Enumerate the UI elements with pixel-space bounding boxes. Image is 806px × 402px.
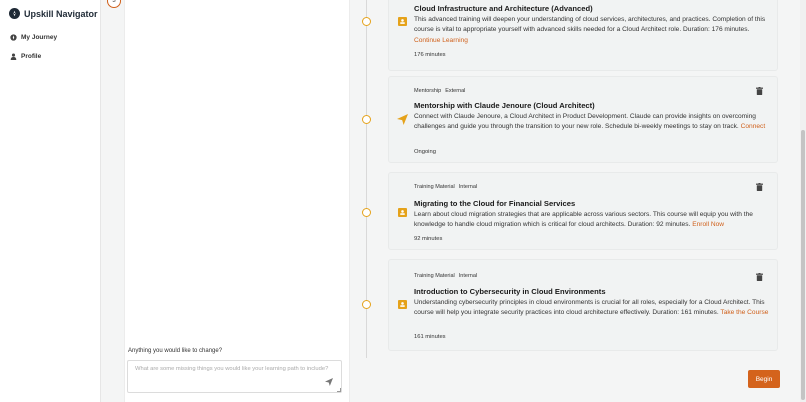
take-the-course-link[interactable]: Take the Course xyxy=(720,309,768,316)
item-duration: 92 minutes xyxy=(414,236,443,242)
item-description: Connect with Claude Jenoure, a Cloud Arc… xyxy=(414,113,766,131)
trash-icon[interactable] xyxy=(756,183,763,191)
resize-handle[interactable] xyxy=(337,388,341,392)
change-request-input[interactable] xyxy=(127,360,342,393)
timeline-node xyxy=(362,300,371,309)
item-tags: Training Material Internal xyxy=(414,273,477,279)
step-indicator: 3 xyxy=(107,0,121,8)
compass-icon xyxy=(10,34,17,41)
tag: Training Material xyxy=(414,273,455,279)
send-icon[interactable] xyxy=(325,378,333,386)
change-prompt-label: Anything you would like to change? xyxy=(128,348,223,354)
chat-panel xyxy=(124,0,350,402)
item-status: Ongoing xyxy=(414,149,436,155)
item-duration: 161 minutes xyxy=(414,334,446,340)
timeline-node xyxy=(362,115,371,124)
item-title: Mentorship with Claude Jenoure (Cloud Ar… xyxy=(414,101,595,110)
item-title: Migrating to the Cloud for Financial Ser… xyxy=(414,199,576,208)
tag: Internal xyxy=(458,273,478,279)
learning-item-card[interactable]: Mentorship External Mentorship with Claud… xyxy=(388,76,778,163)
nav-item-label: My Journey xyxy=(21,34,58,41)
book-icon xyxy=(397,207,408,218)
item-description: Learn about cloud migration strategies t… xyxy=(414,211,753,229)
scrollbar-thumb[interactable] xyxy=(801,130,805,400)
learning-item-card[interactable]: Training Material Internal Migrating to t… xyxy=(388,172,778,250)
begin-button[interactable]: Begin xyxy=(748,370,780,388)
item-title: Cloud Infrastructure and Architecture (A… xyxy=(414,4,593,13)
item-duration: 176 minutes xyxy=(414,52,446,58)
nav-item-label: Profile xyxy=(21,53,42,60)
tag: Internal xyxy=(458,184,478,190)
tag: Training Material xyxy=(414,184,455,190)
item-tags: Training Material Internal xyxy=(414,184,477,190)
connect-link[interactable]: Connect xyxy=(741,123,766,130)
timeline-node xyxy=(362,208,371,217)
trash-icon[interactable] xyxy=(756,273,763,281)
book-icon xyxy=(397,16,408,27)
nav-item-my-journey[interactable]: My Journey xyxy=(10,34,57,41)
user-icon xyxy=(10,53,17,60)
item-description: Understanding cybersecurity principles i… xyxy=(414,299,769,317)
learning-item-card[interactable]: Cloud Infrastructure and Architecture (A… xyxy=(388,0,778,71)
nav-item-profile[interactable]: Profile xyxy=(10,53,41,60)
book-icon xyxy=(397,299,408,310)
tag: External xyxy=(445,88,466,94)
brand[interactable]: Upskill Navigator xyxy=(9,8,98,19)
enroll-now-link[interactable]: Enroll Now xyxy=(692,221,724,228)
send-icon xyxy=(397,114,408,125)
app-title: Upskill Navigator xyxy=(24,8,98,19)
item-tags: Mentorship External xyxy=(414,88,465,94)
timeline-node xyxy=(362,17,371,26)
continue-learning-link[interactable]: Continue Learning xyxy=(414,37,468,44)
learning-item-card[interactable]: Training Material Internal Introduction t… xyxy=(388,259,778,351)
trash-icon[interactable] xyxy=(756,87,763,95)
tag: Mentorship xyxy=(414,88,442,94)
sidebar: Upskill Navigator My Journey Profile xyxy=(0,0,101,402)
compass-logo-icon xyxy=(9,8,20,19)
item-description: This advanced training will deepen your … xyxy=(414,16,766,44)
item-title: Introduction to Cybersecurity in Cloud E… xyxy=(414,287,606,296)
